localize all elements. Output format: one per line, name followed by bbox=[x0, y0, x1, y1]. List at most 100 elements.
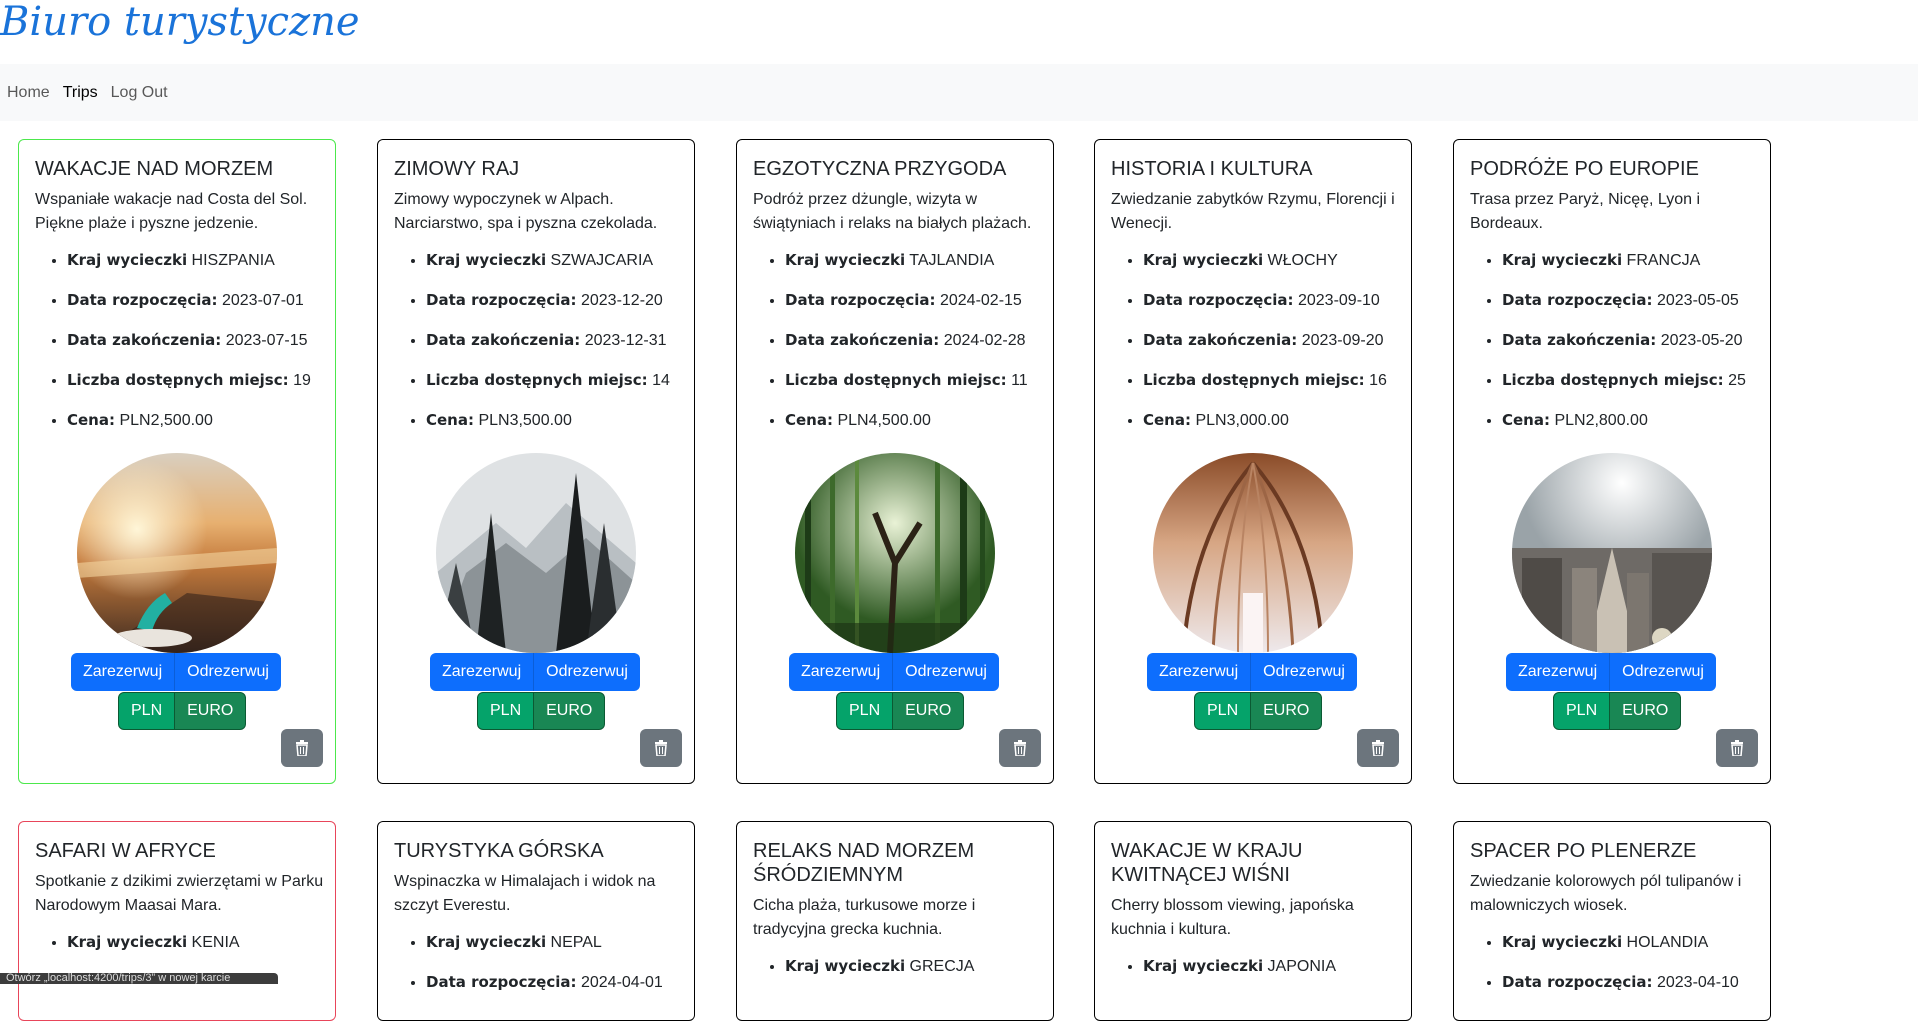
trip-card[interactable]: SPACER PO PLENERZE Zwiedzanie kolorowych… bbox=[1453, 821, 1771, 1021]
euro-button[interactable]: EURO bbox=[1251, 692, 1323, 730]
trip-title: WAKACJE W KRAJU KWITNĄCEJ WIŚNI bbox=[1111, 840, 1303, 886]
beach-sunset-image bbox=[77, 453, 277, 653]
unbook-button[interactable]: Odrezerwuj bbox=[1251, 653, 1357, 691]
trip-info-list: Kraj wycieczki KENIA bbox=[35, 930, 325, 970]
booking-button-group: Zarezerwuj Odrezerwuj bbox=[71, 653, 281, 691]
book-button[interactable]: Zarezerwuj bbox=[1147, 653, 1252, 691]
trash-icon bbox=[1372, 740, 1384, 756]
trip-description: Zimowy wypoczynek w Alpach. Narciarstwo,… bbox=[394, 191, 658, 232]
trip-title: EGZOTYCZNA PRZYGODA bbox=[753, 158, 1007, 180]
trip-country: Kraj wycieczki HOLANDIA bbox=[1502, 930, 1760, 970]
trip-description: Wspinaczka w Himalajach i widok na szczy… bbox=[394, 873, 656, 914]
currency-button-group: PLN EURO bbox=[1194, 692, 1323, 730]
trip-info-list: Kraj wycieczki HOLANDIA Data rozpoczęcia… bbox=[1470, 930, 1760, 1010]
trip-card[interactable]: WAKACJE W KRAJU KWITNĄCEJ WIŚNI Cherry b… bbox=[1094, 821, 1412, 1021]
trash-icon bbox=[1731, 740, 1743, 756]
book-button[interactable]: Zarezerwuj bbox=[71, 653, 176, 691]
trip-description: Zwiedzanie zabytków Rzymu, Florencji i W… bbox=[1111, 191, 1395, 232]
trip-seats: Liczba dostępnych miejsc: 25 bbox=[1502, 368, 1760, 408]
delete-trip-button[interactable] bbox=[281, 729, 323, 767]
delete-trip-button[interactable] bbox=[1716, 729, 1758, 767]
euro-button[interactable]: EURO bbox=[534, 692, 606, 730]
nav-home-link[interactable]: Home bbox=[7, 84, 50, 102]
trip-card[interactable]: HISTORIA I KULTURA Zwiedzanie zabytków R… bbox=[1094, 139, 1412, 784]
trip-description: Zwiedzanie kolorowych pól tulipanów i ma… bbox=[1470, 873, 1742, 914]
euro-button[interactable]: EURO bbox=[893, 692, 965, 730]
booking-button-group: Zarezerwuj Odrezerwuj bbox=[1147, 653, 1357, 691]
trash-icon bbox=[1014, 740, 1026, 756]
unbook-button[interactable]: Odrezerwuj bbox=[1610, 653, 1716, 691]
trip-title: SPACER PO PLENERZE bbox=[1470, 840, 1697, 862]
book-button[interactable]: Zarezerwuj bbox=[430, 653, 535, 691]
trip-title: ZIMOWY RAJ bbox=[394, 158, 520, 180]
trip-seats: Liczba dostępnych miejsc: 16 bbox=[1143, 368, 1401, 408]
cathedral-arches-image bbox=[1153, 453, 1353, 653]
trip-card[interactable]: WAKACJE NAD MORZEM Wspaniałe wakacje nad… bbox=[18, 139, 336, 784]
trip-country: Kraj wycieczki WŁOCHY bbox=[1143, 248, 1401, 288]
trip-info-list: Kraj wycieczki JAPONIA bbox=[1111, 954, 1401, 994]
currency-button-group: PLN EURO bbox=[1553, 692, 1682, 730]
euro-button[interactable]: EURO bbox=[175, 692, 247, 730]
trip-info-list: Kraj wycieczki WŁOCHY Data rozpoczęcia: … bbox=[1111, 248, 1401, 448]
trip-info-list: Kraj wycieczki GRECJA bbox=[753, 954, 1043, 994]
trip-title: RELAKS NAD MORZEM ŚRÓDZIEMNYM bbox=[753, 840, 975, 886]
trip-card[interactable]: SAFARI W AFRYCE Spotkanie z dzikimi zwie… bbox=[18, 821, 336, 1021]
booking-button-group: Zarezerwuj Odrezerwuj bbox=[789, 653, 999, 691]
trip-seats: Liczba dostępnych miejsc: 11 bbox=[785, 368, 1043, 408]
trip-title: TURYSTYKA GÓRSKA bbox=[394, 840, 604, 862]
trip-start-date: Data rozpoczęcia: 2023-12-20 bbox=[426, 288, 684, 328]
delete-trip-button[interactable] bbox=[1357, 729, 1399, 767]
unbook-button[interactable]: Odrezerwuj bbox=[893, 653, 999, 691]
nav-trips-link[interactable]: Trips bbox=[63, 84, 98, 102]
trip-country: Kraj wycieczki TAJLANDIA bbox=[785, 248, 1043, 288]
currency-button-group: PLN EURO bbox=[477, 692, 606, 730]
delete-trip-button[interactable] bbox=[640, 729, 682, 767]
pln-button[interactable]: PLN bbox=[118, 692, 176, 730]
book-button[interactable]: Zarezerwuj bbox=[789, 653, 894, 691]
trip-end-date: Data zakończenia: 2023-12-31 bbox=[426, 328, 684, 368]
trip-end-date: Data zakończenia: 2023-07-15 bbox=[67, 328, 325, 368]
browser-status-bar: Otwórz „localhost:4200/trips/3” w nowej … bbox=[0, 973, 278, 984]
trip-country: Kraj wycieczki HISZPANIA bbox=[67, 248, 325, 288]
trip-seats: Liczba dostępnych miejsc: 14 bbox=[426, 368, 684, 408]
trip-info-list: Kraj wycieczki FRANCJA Data rozpoczęcia:… bbox=[1470, 248, 1760, 448]
trip-price: Cena: PLN2,500.00 bbox=[67, 408, 325, 448]
trip-description: Trasa przez Paryż, Nicęę, Lyon i Bordeau… bbox=[1470, 191, 1701, 232]
trip-card[interactable]: TURYSTYKA GÓRSKA Wspinaczka w Himalajach… bbox=[377, 821, 695, 1021]
trip-card[interactable]: PODRÓŻE PO EUROPIE Trasa przez Paryż, Ni… bbox=[1453, 139, 1771, 784]
trip-start-date: Data rozpoczęcia: 2023-09-10 bbox=[1143, 288, 1401, 328]
trip-info-list: Kraj wycieczki HISZPANIA Data rozpoczęci… bbox=[35, 248, 325, 448]
trip-price: Cena: PLN3,500.00 bbox=[426, 408, 684, 448]
trip-seats: Liczba dostępnych miejsc: 19 bbox=[67, 368, 325, 408]
nav-logout-link[interactable]: Log Out bbox=[111, 84, 168, 102]
trip-start-date: Data rozpoczęcia: 2023-05-05 bbox=[1502, 288, 1760, 328]
trip-price: Cena: PLN3,000.00 bbox=[1143, 408, 1401, 448]
trip-card[interactable]: ZIMOWY RAJ Zimowy wypoczynek w Alpach. N… bbox=[377, 139, 695, 784]
trip-card[interactable]: EGZOTYCZNA PRZYGODA Podróż przez dżungle… bbox=[736, 139, 1054, 784]
pln-button[interactable]: PLN bbox=[836, 692, 894, 730]
trip-end-date: Data zakończenia: 2023-05-20 bbox=[1502, 328, 1760, 368]
trip-start-date: Data rozpoczęcia: 2024-04-01 bbox=[426, 970, 684, 1010]
trip-country: Kraj wycieczki JAPONIA bbox=[1143, 954, 1401, 994]
booking-button-group: Zarezerwuj Odrezerwuj bbox=[1506, 653, 1716, 691]
delete-trip-button[interactable] bbox=[999, 729, 1041, 767]
pln-button[interactable]: PLN bbox=[1194, 692, 1252, 730]
unbook-button[interactable]: Odrezerwuj bbox=[175, 653, 281, 691]
trip-card[interactable]: RELAKS NAD MORZEM ŚRÓDZIEMNYM Cicha plaż… bbox=[736, 821, 1054, 1021]
trip-description: Cherry blossom viewing, japońska kuchnia… bbox=[1111, 897, 1354, 938]
city-skyline-image bbox=[1512, 453, 1712, 653]
trip-country: Kraj wycieczki NEPAL bbox=[426, 930, 684, 970]
pln-button[interactable]: PLN bbox=[477, 692, 535, 730]
book-button[interactable]: Zarezerwuj bbox=[1506, 653, 1611, 691]
unbook-button[interactable]: Odrezerwuj bbox=[534, 653, 640, 691]
pln-button[interactable]: PLN bbox=[1553, 692, 1611, 730]
trash-icon bbox=[655, 740, 667, 756]
bamboo-forest-image bbox=[795, 453, 995, 653]
euro-button[interactable]: EURO bbox=[1610, 692, 1682, 730]
currency-button-group: PLN EURO bbox=[836, 692, 965, 730]
trip-title: SAFARI W AFRYCE bbox=[35, 840, 216, 862]
trip-price: Cena: PLN2,800.00 bbox=[1502, 408, 1760, 448]
trip-country: Kraj wycieczki GRECJA bbox=[785, 954, 1043, 994]
trip-country: Kraj wycieczki KENIA bbox=[67, 930, 325, 970]
trip-description: Podróż przez dżungle, wizyta w świątynia… bbox=[753, 191, 1032, 232]
